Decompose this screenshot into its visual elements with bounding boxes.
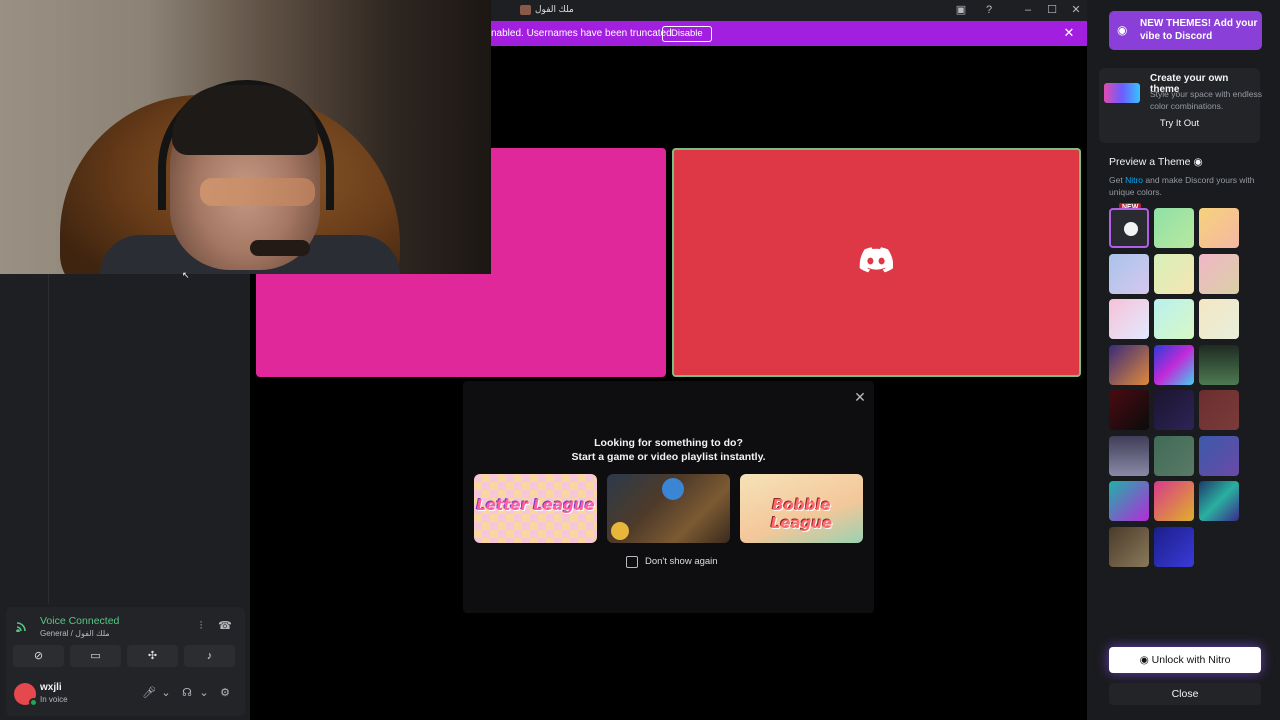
activities-icon: ✣ [147, 650, 158, 662]
preview-theme-description: Get Nitro and make Discord yours with un… [1109, 175, 1255, 197]
unlock-with-nitro-button[interactable]: ◉ Unlock with Nitro [1109, 647, 1261, 673]
discord-logo-icon [859, 247, 893, 273]
title-bar: ملك الفول ▣ ? – ☐ ✕ [491, 0, 1087, 21]
signal-strength-icon [16, 622, 26, 632]
voice-connection-panel: Voice Connected General / ملك الفول ⫶ ☎ … [6, 607, 245, 716]
settings-gear-icon[interactable]: ⚙ [218, 686, 232, 700]
window-title: ملك الفول [535, 4, 574, 14]
palette-icon [1124, 222, 1138, 236]
webcam-hair [172, 85, 318, 155]
nitro-icon: ◉ [1117, 23, 1128, 37]
activity-card-letter-league[interactable]: Letter League [474, 474, 597, 543]
banner-close-icon[interactable]: ✕ [1061, 25, 1077, 41]
noise-suppression-icon[interactable]: ⫶ [193, 619, 209, 633]
activities-button[interactable]: ✣ [127, 645, 178, 667]
screen-share-icon: ▭ [90, 650, 101, 662]
dont-show-again-checkbox[interactable] [626, 556, 638, 568]
theme-panel: ◉ NEW THEMES! Add your vibe to Discord C… [1087, 0, 1280, 720]
theme-swatch[interactable] [1154, 390, 1194, 430]
theme-swatch[interactable] [1109, 526, 1149, 567]
voice-status[interactable]: Voice Connected [40, 615, 119, 627]
activity-heading: Looking for something to do? [594, 437, 743, 449]
notice-banner: nabled. Usernames have been truncated. D… [491, 21, 1087, 46]
chevron-down-icon[interactable]: ⌄ [197, 686, 211, 700]
character-icon [662, 478, 684, 500]
theme-swatch[interactable] [1154, 208, 1194, 248]
dont-show-again-label: Don't show again [645, 556, 718, 567]
nitro-link[interactable]: Nitro [1125, 175, 1143, 185]
minimize-icon[interactable]: – [1020, 2, 1036, 18]
activity-card-title: Letter League [476, 496, 595, 514]
theme-swatch[interactable] [1199, 390, 1239, 430]
theme-swatch[interactable] [1154, 299, 1194, 339]
theme-swatch[interactable] [1154, 344, 1194, 385]
avatar[interactable] [14, 683, 38, 707]
headphones-icon[interactable]: ☊ [180, 686, 194, 700]
theme-swatch[interactable] [1154, 253, 1194, 294]
theme-swatch[interactable] [1154, 481, 1194, 521]
nitro-icon: ◉ [1139, 654, 1152, 666]
close-button[interactable]: Close [1109, 683, 1261, 705]
webcam-mustache [250, 240, 310, 256]
webcam-video[interactable] [0, 0, 491, 274]
theme-swatch[interactable] [1199, 253, 1239, 294]
maximize-icon[interactable]: ☐ [1044, 2, 1060, 18]
activity-close-icon[interactable]: ✕ [852, 389, 868, 405]
help-icon[interactable]: ? [981, 2, 997, 18]
theme-swatch[interactable] [1109, 299, 1149, 339]
disconnect-icon[interactable]: ☎ [217, 619, 233, 633]
theme-swatch[interactable] [1154, 526, 1194, 567]
theme-preview-thumbnail [1104, 83, 1140, 103]
try-it-out-button[interactable]: Try It Out [1099, 118, 1260, 129]
user-status: In voice [40, 695, 68, 704]
theme-swatch[interactable] [1199, 344, 1239, 385]
soundboard-button[interactable]: ♪ [184, 645, 235, 667]
theme-swatch[interactable] [1109, 390, 1149, 430]
nitro-icon: ◉ [1193, 156, 1203, 168]
voice-channel-name[interactable]: General / ملك الفول [40, 629, 110, 638]
custom-theme-swatch[interactable] [1109, 208, 1149, 248]
screen-share-icon[interactable]: ▣ [953, 2, 969, 18]
coin-icon [611, 522, 629, 540]
theme-swatch[interactable] [1109, 344, 1149, 385]
theme-swatch[interactable] [1109, 481, 1149, 521]
promo-text: NEW THEMES! Add your vibe to Discord [1140, 18, 1258, 42]
camera-off-icon: ⊘ [33, 650, 44, 662]
camera-off-button[interactable]: ⊘ [13, 645, 64, 667]
server-icon [520, 5, 531, 15]
activity-card-bobble-league[interactable]: Bobble League [740, 474, 863, 543]
screen-share-button[interactable]: ▭ [70, 645, 121, 667]
activity-card-know-what-i-meme[interactable] [607, 474, 730, 543]
channel-rail [48, 274, 49, 604]
theme-swatch[interactable] [1109, 253, 1149, 294]
create-theme-card: Create your own theme Style your space w… [1099, 68, 1262, 143]
theme-swatch[interactable] [1109, 435, 1149, 476]
microphone-icon[interactable]: 🎤︎ [142, 686, 156, 700]
chevron-down-icon[interactable]: ⌄ [159, 686, 173, 700]
theme-swatch[interactable] [1199, 208, 1239, 248]
activity-card-title: Bobble League [770, 496, 833, 532]
username[interactable]: wxjli [40, 682, 62, 693]
activity-suggestion-panel: ✕ Looking for something to do? Start a g… [463, 381, 874, 613]
online-status-dot [29, 698, 38, 707]
theme-swatch[interactable] [1154, 435, 1194, 476]
participant-tile-speaking[interactable] [672, 148, 1081, 377]
theme-swatch[interactable] [1199, 299, 1239, 339]
disable-button[interactable]: Disable [662, 26, 712, 42]
create-theme-description: Style your space with endless color comb… [1150, 89, 1262, 111]
new-themes-promo[interactable]: ◉ NEW THEMES! Add your vibe to Discord [1109, 11, 1262, 50]
banner-text: nabled. Usernames have been truncated. [491, 28, 675, 39]
soundboard-icon: ♪ [206, 650, 213, 662]
theme-swatch[interactable] [1199, 435, 1239, 476]
activity-subheading: Start a game or video playlist instantly… [571, 451, 766, 463]
theme-swatch[interactable] [1199, 481, 1239, 521]
webcam-glasses [200, 178, 315, 206]
close-icon[interactable]: ✕ [1068, 2, 1084, 18]
mouse-cursor-icon: ↖ [182, 270, 190, 280]
preview-theme-heading: Preview a Theme ◉ [1109, 156, 1203, 168]
